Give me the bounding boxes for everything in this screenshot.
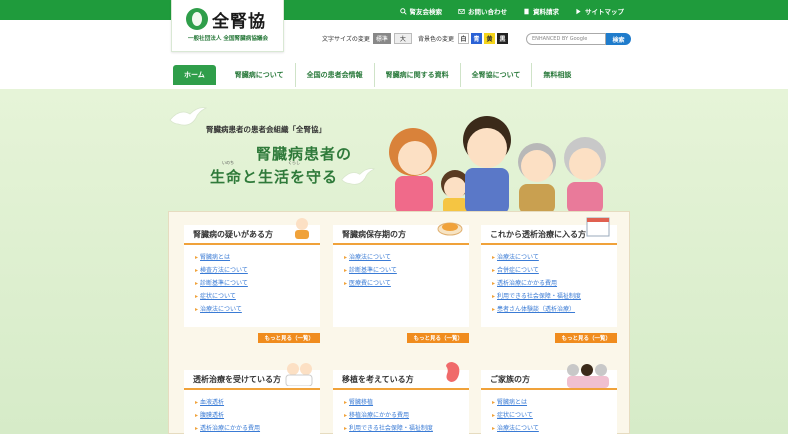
nav-materials[interactable]: 腎臓病に関する資料: [375, 63, 461, 87]
card-link[interactable]: 腎臓病とは: [492, 396, 606, 409]
top-link-label: 資料請求: [533, 8, 559, 16]
card-link[interactable]: 透析治療にかかる費用: [195, 422, 309, 434]
nav-home[interactable]: ホーム: [173, 65, 216, 85]
family-icon: [567, 364, 609, 388]
top-link-label: お問い合わせ: [468, 8, 507, 16]
card-link[interactable]: 患者さん体験談（透析治療）: [492, 303, 606, 316]
more-button[interactable]: もっと見る（一覧）: [258, 333, 320, 343]
card-link[interactable]: 移植治療にかかる費用: [344, 409, 458, 422]
hero-title-line2: 生命と生活を守る: [210, 168, 339, 186]
meal-icon: [437, 222, 463, 236]
card-link[interactable]: 症状について: [492, 409, 606, 422]
card-suspected-kidney-disease: 腎臓病の疑いがある方 腎臓病とは 検査方法について 診断基準について 症状につい…: [184, 218, 320, 343]
nav-about-zenjinkyo[interactable]: 全腎協について: [461, 63, 533, 87]
top-link-sitemap[interactable]: サイトマップ: [567, 3, 632, 19]
more-button[interactable]: もっと見る（一覧）: [555, 333, 617, 343]
top-link-request[interactable]: 資料請求: [515, 3, 567, 19]
nav-free-consultation[interactable]: 無料相談: [532, 63, 582, 87]
top-link-label: サイトマップ: [585, 8, 624, 16]
kidney-icon: [446, 362, 460, 382]
dove-icon: [169, 107, 208, 126]
card-conservative-stage: 腎臓病保存期の方 治療法について 診断基準について 医療費について もっと見る（…: [333, 222, 469, 343]
card-link[interactable]: 検査方法について: [195, 264, 309, 277]
nurse-icon: [285, 363, 313, 386]
nav-patient-groups[interactable]: 全国の患者会情報: [296, 63, 375, 87]
logo-title: 全腎協: [212, 12, 266, 32]
top-link-label: 腎友会検索: [409, 8, 443, 16]
card-link[interactable]: 症状について: [195, 290, 309, 303]
site-logo[interactable]: 全腎協 一般社団法人 全国腎臓病協議会: [171, 0, 284, 52]
card-starting-dialysis: これから透析治療に入る方 治療法について 合併症について 透析治療にかかる費用 …: [481, 217, 617, 343]
mail-icon: [458, 8, 465, 14]
search-icon: [399, 7, 407, 15]
card-link[interactable]: 治療法について: [492, 251, 606, 264]
top-link-search[interactable]: 腎友会検索: [392, 3, 451, 19]
card-link[interactable]: 利用できる社会保障・福祉制度: [344, 422, 458, 434]
more-button[interactable]: もっと見る（一覧）: [407, 333, 469, 343]
bg-color-control: 背景色の変更 白 青 黄 黒: [418, 33, 509, 44]
site-search: ENHANCED BY Google 検索: [526, 33, 631, 45]
logo-subtitle: 一般社団法人 全国腎臓病協議会: [187, 36, 269, 42]
top-links: 腎友会検索 お問い合わせ 資料請求 サイトマップ: [392, 3, 633, 19]
card-link[interactable]: 血液透析: [195, 396, 309, 409]
logo-mark-icon: [186, 8, 208, 30]
card-family: ご家族の方 腎臓病とは 症状について 治療法について: [481, 364, 617, 434]
font-size-large-button[interactable]: 大: [393, 33, 412, 44]
card-considering-transplant: 移植を考えている方 腎臓移植 移植治療にかかる費用 利用できる社会保障・福祉制度: [333, 362, 469, 434]
card-link[interactable]: 透析治療にかかる費用: [492, 277, 606, 290]
dove-icon: [341, 168, 376, 185]
hero-title-line1: 腎臓病患者の: [256, 145, 353, 163]
book-icon: [524, 8, 529, 14]
card-link[interactable]: 治療法について: [195, 303, 309, 316]
card-receiving-dialysis: 透析治療を受けている方 血液透析 腹膜透析 透析治療にかかる費用: [184, 363, 320, 434]
doctor-icon: [295, 218, 309, 239]
card-link[interactable]: 治療法について: [344, 251, 458, 264]
card-link[interactable]: 診断基準について: [195, 277, 309, 290]
card-link[interactable]: 腎臓移植: [344, 396, 458, 409]
nav-about-kidney-disease[interactable]: 腎臓病について: [224, 63, 296, 87]
hero-tagline: 腎臓病患者の患者会組織「全腎協」: [206, 125, 326, 134]
card-link[interactable]: 診断基準について: [344, 264, 458, 277]
bg-color-label: 背景色の変更: [418, 36, 455, 43]
font-size-standard-button[interactable]: 標準: [372, 33, 391, 44]
arrow-icon: [576, 8, 581, 14]
search-button[interactable]: 検索: [606, 33, 631, 45]
font-size-label: 文字サイズの変更: [322, 36, 370, 43]
card-link[interactable]: 医療費について: [344, 277, 458, 290]
top-link-contact[interactable]: お問い合わせ: [450, 3, 515, 19]
global-nav: ホーム 腎臓病について 全国の患者会情報 腎臓病に関する資料 全腎協について 無…: [173, 63, 582, 87]
card-link[interactable]: 利用できる社会保障・福祉制度: [492, 290, 606, 303]
card-link[interactable]: 腎臓病とは: [195, 251, 309, 264]
calendar-icon: [586, 217, 610, 237]
bg-black-button[interactable]: 黒: [497, 33, 509, 44]
bg-blue-button[interactable]: 青: [471, 33, 483, 44]
card-link[interactable]: 治療法について: [492, 422, 606, 434]
bg-yellow-button[interactable]: 黄: [484, 33, 496, 44]
bg-white-button[interactable]: 白: [458, 33, 470, 44]
card-link[interactable]: 腹膜透析: [195, 409, 309, 422]
family-illustration: [389, 116, 606, 214]
card-link[interactable]: 合併症について: [492, 264, 606, 277]
font-size-control: 文字サイズの変更 標準 大: [322, 33, 412, 44]
search-input[interactable]: ENHANCED BY Google: [526, 33, 606, 45]
top-bar: 腎友会検索 お問い合わせ 資料請求 サイトマップ: [0, 0, 788, 20]
